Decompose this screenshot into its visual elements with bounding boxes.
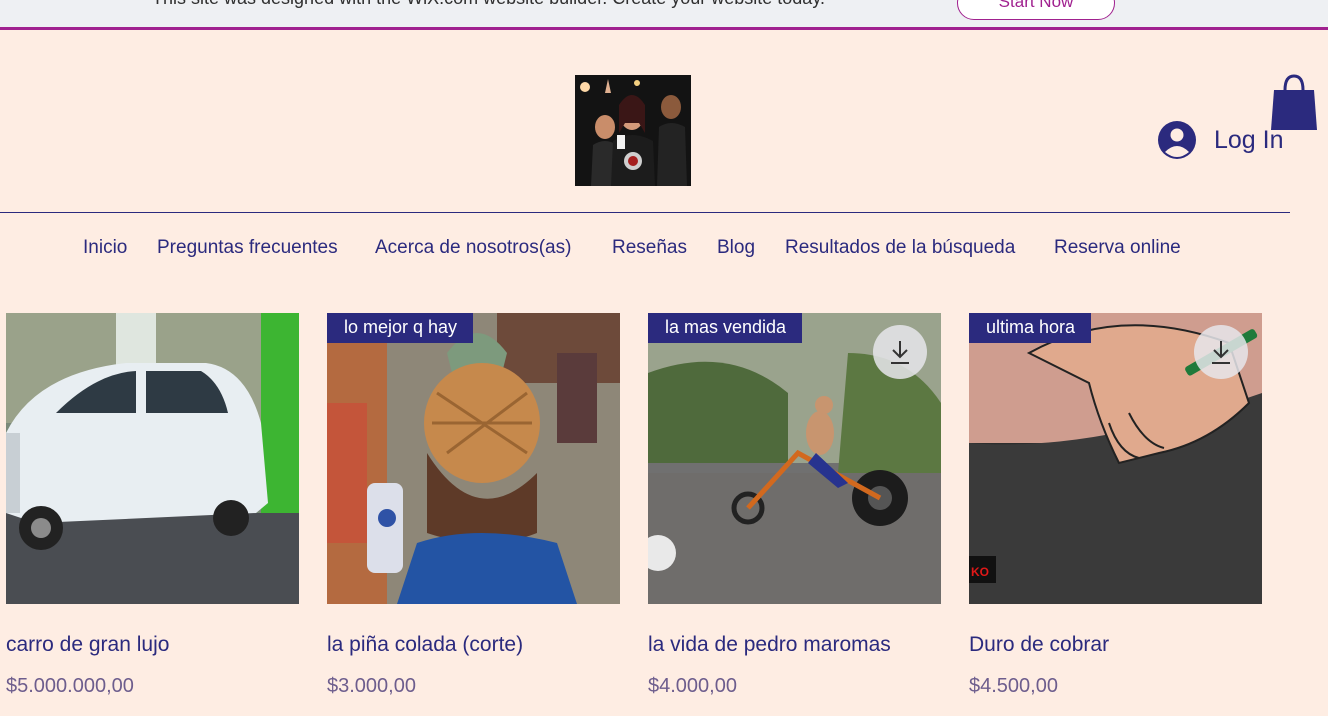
nav-item-blog[interactable]: Blog bbox=[717, 237, 755, 259]
nav-item-search-results[interactable]: Resultados de la búsqueda bbox=[785, 237, 1015, 259]
site-logo[interactable] bbox=[575, 75, 691, 186]
wix-banner-message: This site was designed with the WiX.com … bbox=[152, 0, 825, 9]
login-button[interactable]: Log In bbox=[1158, 120, 1284, 160]
user-avatar-icon bbox=[1158, 121, 1196, 159]
product-name[interactable]: la vida de pedro maromas bbox=[648, 633, 891, 657]
main-nav: Inicio Preguntas frecuentes Acerca de no… bbox=[0, 237, 1328, 263]
product-card[interactable]: lo mejor q hay la piña colada (corte) $3… bbox=[327, 313, 620, 697]
nav-item-reviews[interactable]: Reseñas bbox=[612, 237, 687, 259]
product-name[interactable]: Duro de cobrar bbox=[969, 633, 1109, 657]
product-name[interactable]: la piña colada (corte) bbox=[327, 633, 523, 657]
product-card[interactable]: KO ultima hora Duro de cobrar $4.500,00 bbox=[969, 313, 1262, 697]
nav-item-faq[interactable]: Preguntas frecuentes bbox=[157, 237, 338, 259]
start-now-button[interactable]: Start Now bbox=[957, 0, 1115, 20]
product-image[interactable]: la mas vendida bbox=[648, 313, 941, 604]
product-ribbon: lo mejor q hay bbox=[327, 313, 474, 343]
product-price: $5.000.000,00 bbox=[6, 675, 134, 697]
shopping-bag-icon bbox=[1271, 74, 1317, 130]
svg-text:KO: KO bbox=[971, 565, 989, 579]
wix-banner: This site was designed with the WiX.com … bbox=[0, 0, 1328, 30]
product-image[interactable] bbox=[6, 313, 299, 604]
nav-item-about[interactable]: Acerca de nosotros(as) bbox=[375, 237, 571, 259]
nav-item-booking[interactable]: Reserva online bbox=[1054, 237, 1181, 259]
download-icon bbox=[1212, 341, 1230, 364]
product-price: $4.000,00 bbox=[648, 675, 737, 697]
product-name[interactable]: carro de gran lujo bbox=[6, 633, 169, 657]
cart-button[interactable] bbox=[1270, 72, 1318, 132]
nav-item-inicio[interactable]: Inicio bbox=[83, 237, 127, 259]
product-price: $3.000,00 bbox=[327, 675, 416, 697]
product-ribbon: ultima hora bbox=[969, 313, 1092, 343]
download-icon bbox=[891, 341, 909, 364]
product-price: $4.500,00 bbox=[969, 675, 1058, 697]
product-card[interactable]: carro de gran lujo $5.000.000,00 bbox=[6, 313, 299, 697]
header-divider bbox=[0, 212, 1290, 213]
product-image[interactable]: KO ultima hora bbox=[969, 313, 1262, 604]
product-card[interactable]: la mas vendida la vida de pedro maromas … bbox=[648, 313, 941, 697]
download-button[interactable] bbox=[1194, 325, 1248, 379]
product-ribbon: la mas vendida bbox=[648, 313, 803, 343]
product-image[interactable]: lo mejor q hay bbox=[327, 313, 620, 604]
download-button[interactable] bbox=[873, 325, 927, 379]
